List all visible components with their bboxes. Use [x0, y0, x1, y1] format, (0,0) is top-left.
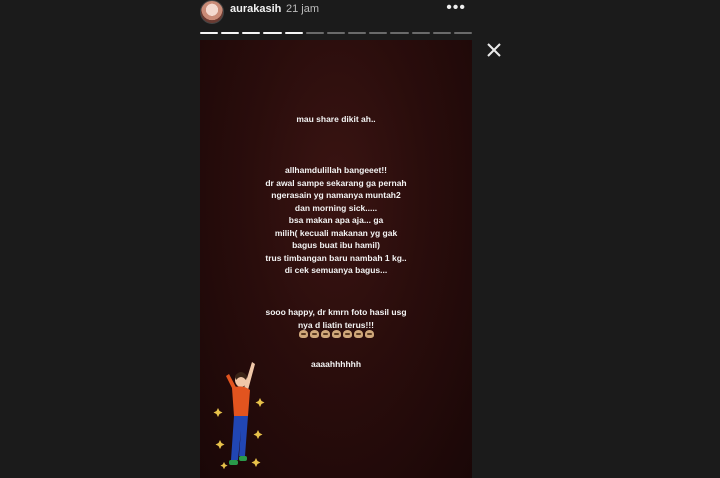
emoji-icon — [320, 330, 330, 338]
progress-segment — [411, 32, 430, 34]
story-line: trus timbangan baru nambah 1 kg.. — [265, 252, 407, 263]
emoji-row — [200, 330, 472, 338]
story-progress-bar — [200, 32, 473, 34]
story-timestamp: 21 jam — [286, 3, 320, 15]
emoji-icon — [353, 330, 363, 338]
story-line: bagus buat ibu hamil) — [292, 240, 380, 250]
story-happy-text: sooo happy, dr kmrn foto hasil usg nya d… — [200, 306, 472, 331]
progress-segment — [242, 32, 261, 34]
story-line: ngerasain yg namanya muntah2 — [271, 190, 401, 200]
progress-segment — [200, 32, 219, 34]
progress-segment — [453, 32, 473, 34]
story-line: sooo happy, dr kmrn foto hasil usg — [265, 307, 407, 317]
progress-segment — [326, 32, 346, 34]
story-line: dan morning sick..... — [294, 202, 378, 213]
emoji-icon — [364, 330, 374, 338]
emoji-icon — [298, 330, 308, 338]
username[interactable]: aurakasih — [230, 3, 281, 15]
emoji-icon — [342, 330, 352, 338]
progress-segment — [263, 32, 282, 34]
story-line: dr awal sampe sekarang ga pernah — [265, 177, 407, 188]
story-intro-text: mau share dikit ah.. — [296, 114, 376, 124]
story-line: milih( kecuali makanan yg gak — [274, 227, 398, 238]
progress-segment — [284, 32, 303, 34]
story-main-paragraph: allhamdulillah bangeeet!! dr awal sampe … — [200, 164, 472, 277]
progress-segment — [348, 32, 367, 34]
more-options-icon[interactable]: ••• — [446, 0, 466, 16]
emoji-icon — [309, 330, 319, 338]
progress-segment — [390, 32, 409, 34]
story-line: allhamdulillah bangeeet!! — [284, 165, 388, 175]
story-content[interactable]: mau share dikit ah.. allhamdulillah bang… — [200, 40, 472, 478]
story-header: aurakasih 21 jam ••• — [200, 0, 472, 24]
story-line: di cek semuanya bagus... — [284, 265, 388, 275]
progress-segment — [305, 32, 324, 34]
story-line: bsa makan apa aja... ga — [288, 215, 384, 225]
progress-segment — [221, 32, 240, 34]
progress-segment — [369, 32, 388, 34]
emoji-icon — [331, 330, 341, 338]
profile-avatar[interactable] — [200, 0, 224, 24]
celebrating-person-sticker — [213, 362, 265, 470]
progress-segment — [432, 32, 451, 34]
close-icon[interactable] — [484, 40, 504, 60]
